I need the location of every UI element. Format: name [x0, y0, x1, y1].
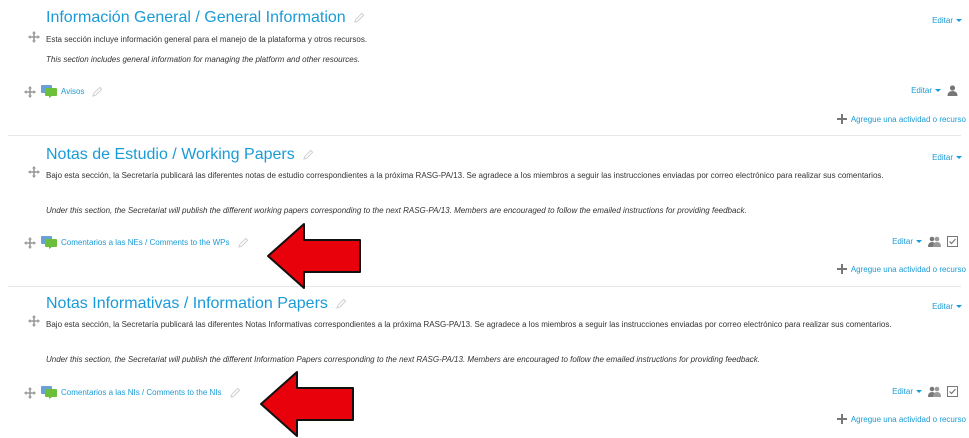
move-icon[interactable] [28, 31, 40, 43]
section-summary-es: Bajo esta sección, la Secretaría publica… [46, 171, 884, 180]
add-activity-link[interactable]: Agregue una actividad o recurso [836, 264, 966, 274]
activity-edit-menu[interactable]: Editar [892, 387, 922, 396]
chevron-down-icon [956, 19, 962, 23]
section-title[interactable]: Notas Informativas / Information Papers [46, 295, 347, 313]
edit-menu[interactable]: Editar [932, 16, 962, 25]
section-title[interactable]: Información General / General Informatio… [46, 9, 365, 27]
activity-edit-menu[interactable]: Editar [892, 237, 922, 246]
add-activity-link[interactable]: Agregue una actividad o recurso [836, 114, 966, 124]
checkbox-icon[interactable] [947, 386, 958, 397]
activity-link-comments-wps[interactable]: Comentarios a las NEs / Comments to the … [61, 238, 230, 247]
activity-row: Comentarios a las NIs / Comments to the … [24, 386, 241, 399]
add-activity-link[interactable]: Agregue una actividad o recurso [836, 414, 966, 424]
move-icon[interactable] [24, 386, 36, 399]
move-icon[interactable] [28, 166, 40, 178]
pencil-icon[interactable] [336, 298, 347, 310]
chevron-down-icon [916, 390, 922, 394]
section-working-papers: Notas de Estudio / Working Papers Editar… [0, 140, 969, 287]
activity-actions: Editar [892, 236, 958, 247]
pencil-icon[interactable] [92, 86, 103, 97]
pencil-icon[interactable] [237, 237, 249, 248]
pencil-icon[interactable] [353, 12, 365, 24]
group-icon[interactable] [928, 236, 941, 247]
pencil-icon[interactable] [302, 149, 314, 161]
activity-link-avisos[interactable]: Avisos [61, 87, 84, 96]
section-information-papers: Notas Informativas / Information Papers … [0, 290, 969, 430]
forum-icon[interactable] [41, 386, 57, 399]
section-divider [8, 286, 961, 287]
user-icon[interactable] [947, 85, 958, 96]
section-title[interactable]: Notas de Estudio / Working Papers [46, 146, 314, 164]
section-summary-es: Esta sección incluye información general… [46, 35, 368, 44]
plus-icon [836, 414, 847, 424]
group-icon[interactable] [928, 386, 941, 397]
section-summary-en: Under this section, the Secretariat will… [46, 355, 761, 364]
section-divider [8, 135, 961, 136]
chevron-down-icon [935, 89, 941, 93]
red-arrow-icon [260, 371, 354, 437]
move-icon[interactable] [24, 236, 36, 249]
section-general-information: Información General / General Informatio… [0, 0, 969, 136]
section-summary-en: Under this section, the Secretariat will… [46, 206, 747, 215]
chevron-down-icon [956, 305, 962, 309]
plus-icon [836, 114, 847, 124]
checkbox-icon[interactable] [947, 236, 958, 247]
red-arrow-icon [267, 223, 361, 289]
activity-link-comments-nis[interactable]: Comentarios a las NIs / Comments to the … [61, 388, 222, 397]
activity-row: Avisos [24, 85, 103, 98]
pencil-icon[interactable] [229, 387, 241, 398]
activity-edit-menu[interactable]: Editar [911, 86, 941, 95]
forum-icon[interactable] [41, 236, 57, 249]
section-summary-es: Bajo esta sección, la Secretaría publica… [46, 320, 892, 329]
forum-icon[interactable] [41, 85, 57, 98]
plus-icon [836, 264, 847, 274]
move-icon[interactable] [24, 85, 36, 98]
edit-menu[interactable]: Editar [932, 302, 962, 311]
edit-menu[interactable]: Editar [932, 153, 962, 162]
activity-row: Comentarios a las NEs / Comments to the … [24, 236, 249, 249]
chevron-down-icon [916, 240, 922, 244]
activity-actions: Editar [892, 386, 958, 397]
activity-actions: Editar [911, 85, 958, 96]
section-summary-en: This section includes general informatio… [46, 55, 360, 64]
chevron-down-icon [956, 156, 962, 160]
move-icon[interactable] [28, 315, 40, 327]
